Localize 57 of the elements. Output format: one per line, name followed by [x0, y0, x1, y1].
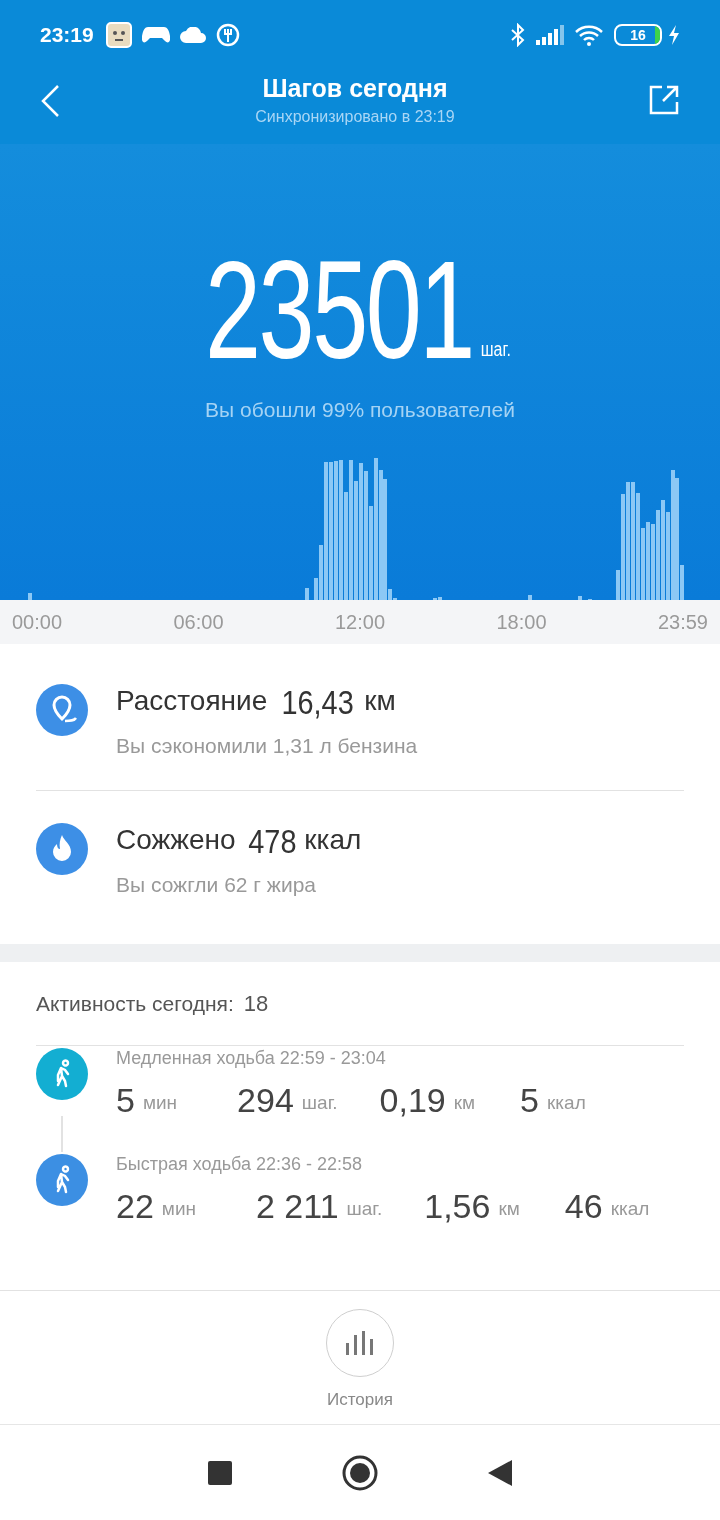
metric-value: 5 — [520, 1080, 539, 1120]
recents-icon[interactable] — [208, 1460, 232, 1485]
flame-icon — [36, 822, 88, 875]
stat-note: Вы сожгли 62 г жира — [116, 871, 317, 898]
metric-unit: ккал — [610, 1196, 650, 1221]
history-label: История — [327, 1389, 393, 1411]
location-pin-icon — [36, 684, 88, 736]
stat-note: Вы сэкономили 1,31 л бензина — [116, 733, 418, 759]
metric-value: 5 — [116, 1080, 135, 1120]
metric-unit: ккал — [547, 1090, 586, 1115]
stat-unit: ккал — [304, 822, 362, 857]
sync-status: Синхронизировано в 23:19 — [255, 107, 455, 127]
wifi-icon — [574, 24, 604, 46]
metric-unit: шаг. — [346, 1196, 383, 1221]
activity-count: 18 — [243, 990, 269, 1018]
bluetooth-icon — [510, 23, 526, 47]
back-icon[interactable] — [40, 84, 62, 118]
metric-value: 22 — [116, 1186, 154, 1226]
time-label: 18:00 — [496, 610, 547, 635]
stat-value: 478 — [247, 820, 297, 861]
back-nav-icon[interactable] — [488, 1459, 512, 1486]
metric-value: 1,56 — [424, 1186, 491, 1226]
activity-title: Быстрая ходьба 22:36 - 22:58 — [116, 1153, 364, 1176]
charging-icon — [668, 25, 680, 45]
time-label: 00:00 — [12, 610, 63, 635]
screen-title: Шагов сегодня — [262, 73, 448, 104]
metric-unit: мин — [161, 1196, 196, 1221]
metric-value: 2 211 — [256, 1186, 339, 1226]
activity-label: Активность сегодня: — [36, 990, 234, 1017]
robot-face-icon — [105, 22, 132, 48]
metric-value: 46 — [564, 1186, 603, 1226]
bar-chart-icon — [345, 1331, 375, 1355]
time-label: 06:00 — [173, 610, 224, 635]
activity-title: Медленная ходьба 22:59 - 23:04 — [116, 1047, 387, 1070]
share-icon[interactable] — [648, 84, 680, 116]
home-icon[interactable] — [342, 1454, 378, 1491]
stat-label: Расстояние — [116, 684, 268, 718]
metric-value: 0,19 — [379, 1080, 446, 1120]
time-label: 12:00 — [334, 610, 386, 635]
metric-unit: км — [498, 1196, 520, 1221]
battery-icon: 16 — [614, 24, 662, 46]
step-unit: шаг. — [480, 337, 511, 362]
stat-unit: км — [364, 684, 396, 718]
metric-unit: мин — [142, 1090, 178, 1115]
fork-circle-icon — [215, 23, 240, 47]
metric-unit: шаг. — [301, 1090, 338, 1115]
step-count: 23501 — [205, 250, 474, 370]
gamepad-icon — [141, 25, 170, 45]
metric-unit: км — [453, 1090, 476, 1115]
metric-value: 294 — [237, 1080, 294, 1120]
stat-value: 16,43 — [281, 682, 354, 722]
cloud-icon — [179, 27, 206, 43]
stat-label: Сожжено — [116, 822, 236, 857]
signal-icon — [536, 25, 564, 45]
percentile-text: Вы обошли 99% пользователей — [205, 397, 515, 423]
clock-time: 23:19 — [40, 22, 94, 49]
time-label: 23:59 — [657, 610, 708, 635]
